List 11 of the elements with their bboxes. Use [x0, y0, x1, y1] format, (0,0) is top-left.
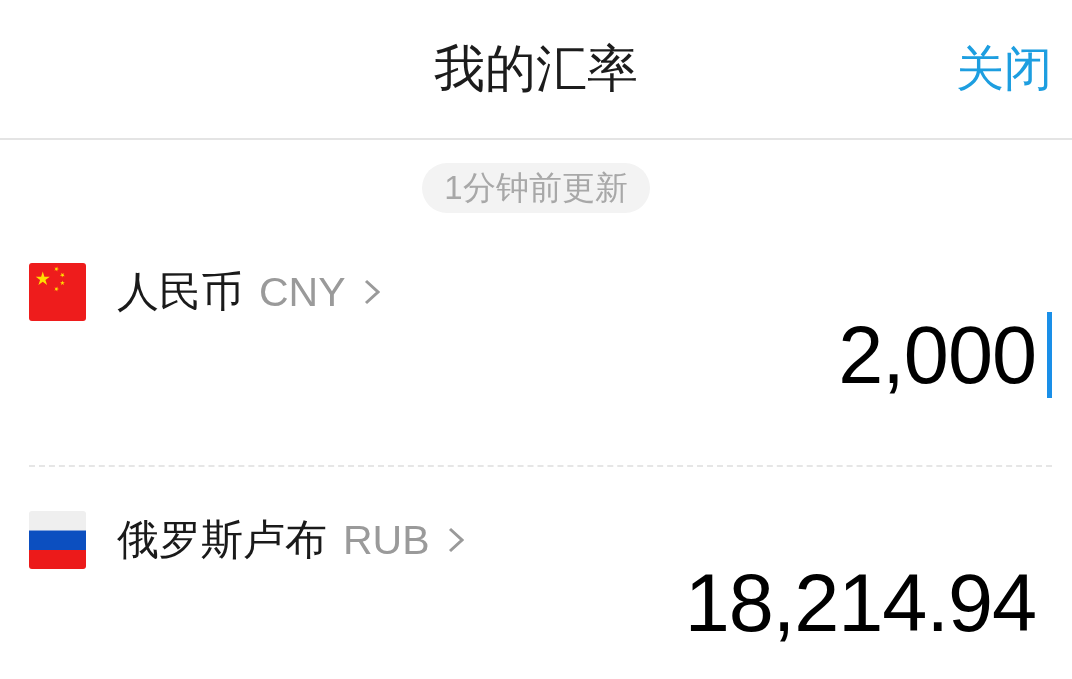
text-cursor-icon — [1047, 312, 1052, 398]
update-time-badge: 1分钟前更新 — [422, 163, 650, 213]
currency-selector[interactable]: 俄罗斯卢布 RUB — [117, 512, 464, 568]
currency-selector[interactable]: 人民币 CNY — [117, 264, 380, 320]
china-flag-icon — [29, 263, 86, 321]
russia-flag-icon — [29, 511, 86, 569]
page-title: 我的汇率 — [434, 39, 638, 100]
amount-field[interactable]: 2,000 — [838, 307, 1052, 403]
chevron-right-icon — [447, 527, 464, 553]
amount-field[interactable]: 18,214.94 — [684, 555, 1052, 651]
chevron-right-icon — [363, 279, 380, 305]
